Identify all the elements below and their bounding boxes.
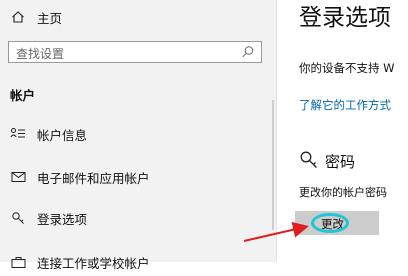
sidebar-scrollbar[interactable] — [272, 100, 274, 230]
unsupported-notice: 你的设备不支持 W — [299, 61, 395, 75]
highlight-circle — [311, 213, 349, 233]
sidebar-item-label: 主页 — [37, 10, 63, 26]
page-title: 登录选项 — [299, 5, 391, 31]
search-input[interactable]: 查找设置 — [8, 41, 262, 63]
sidebar-item-account-info[interactable]: 帐户信息 — [0, 120, 276, 148]
sidebar: 主页 查找设置 帐户 帐户信息 电子邮件和应用帐户 登录选项 连接工作或学校帐户 — [0, 0, 276, 271]
main-content: 登录选项 你的设备不支持 W 了解它的工作方式 密码 更改你的帐户密码 更改 — [277, 0, 408, 262]
sidebar-item-label: 电子邮件和应用帐户 — [37, 170, 150, 186]
sidebar-item-sign-in-options[interactable]: 登录选项 — [0, 204, 276, 232]
search-placeholder: 查找设置 — [16, 47, 65, 61]
search-icon — [242, 46, 254, 58]
mail-icon — [10, 169, 26, 185]
learn-more-link[interactable]: 了解它的工作方式 — [299, 97, 391, 113]
account-info-icon — [10, 126, 26, 142]
key-icon — [10, 210, 26, 226]
sidebar-item-label: 连接工作或学校帐户 — [37, 255, 150, 271]
password-description: 更改你的帐户密码 — [299, 186, 387, 199]
sidebar-item-label: 登录选项 — [37, 211, 88, 227]
key-icon — [300, 151, 317, 168]
sidebar-item-work-school[interactable]: 连接工作或学校帐户 — [0, 248, 276, 276]
sidebar-item-label: 帐户信息 — [37, 127, 88, 143]
home-icon — [10, 9, 26, 25]
sidebar-item-home[interactable]: 主页 — [0, 3, 276, 31]
briefcase-icon — [10, 254, 26, 270]
password-heading: 密码 — [325, 153, 356, 171]
section-header: 帐户 — [10, 88, 36, 103]
sidebar-item-email[interactable]: 电子邮件和应用帐户 — [0, 163, 276, 191]
